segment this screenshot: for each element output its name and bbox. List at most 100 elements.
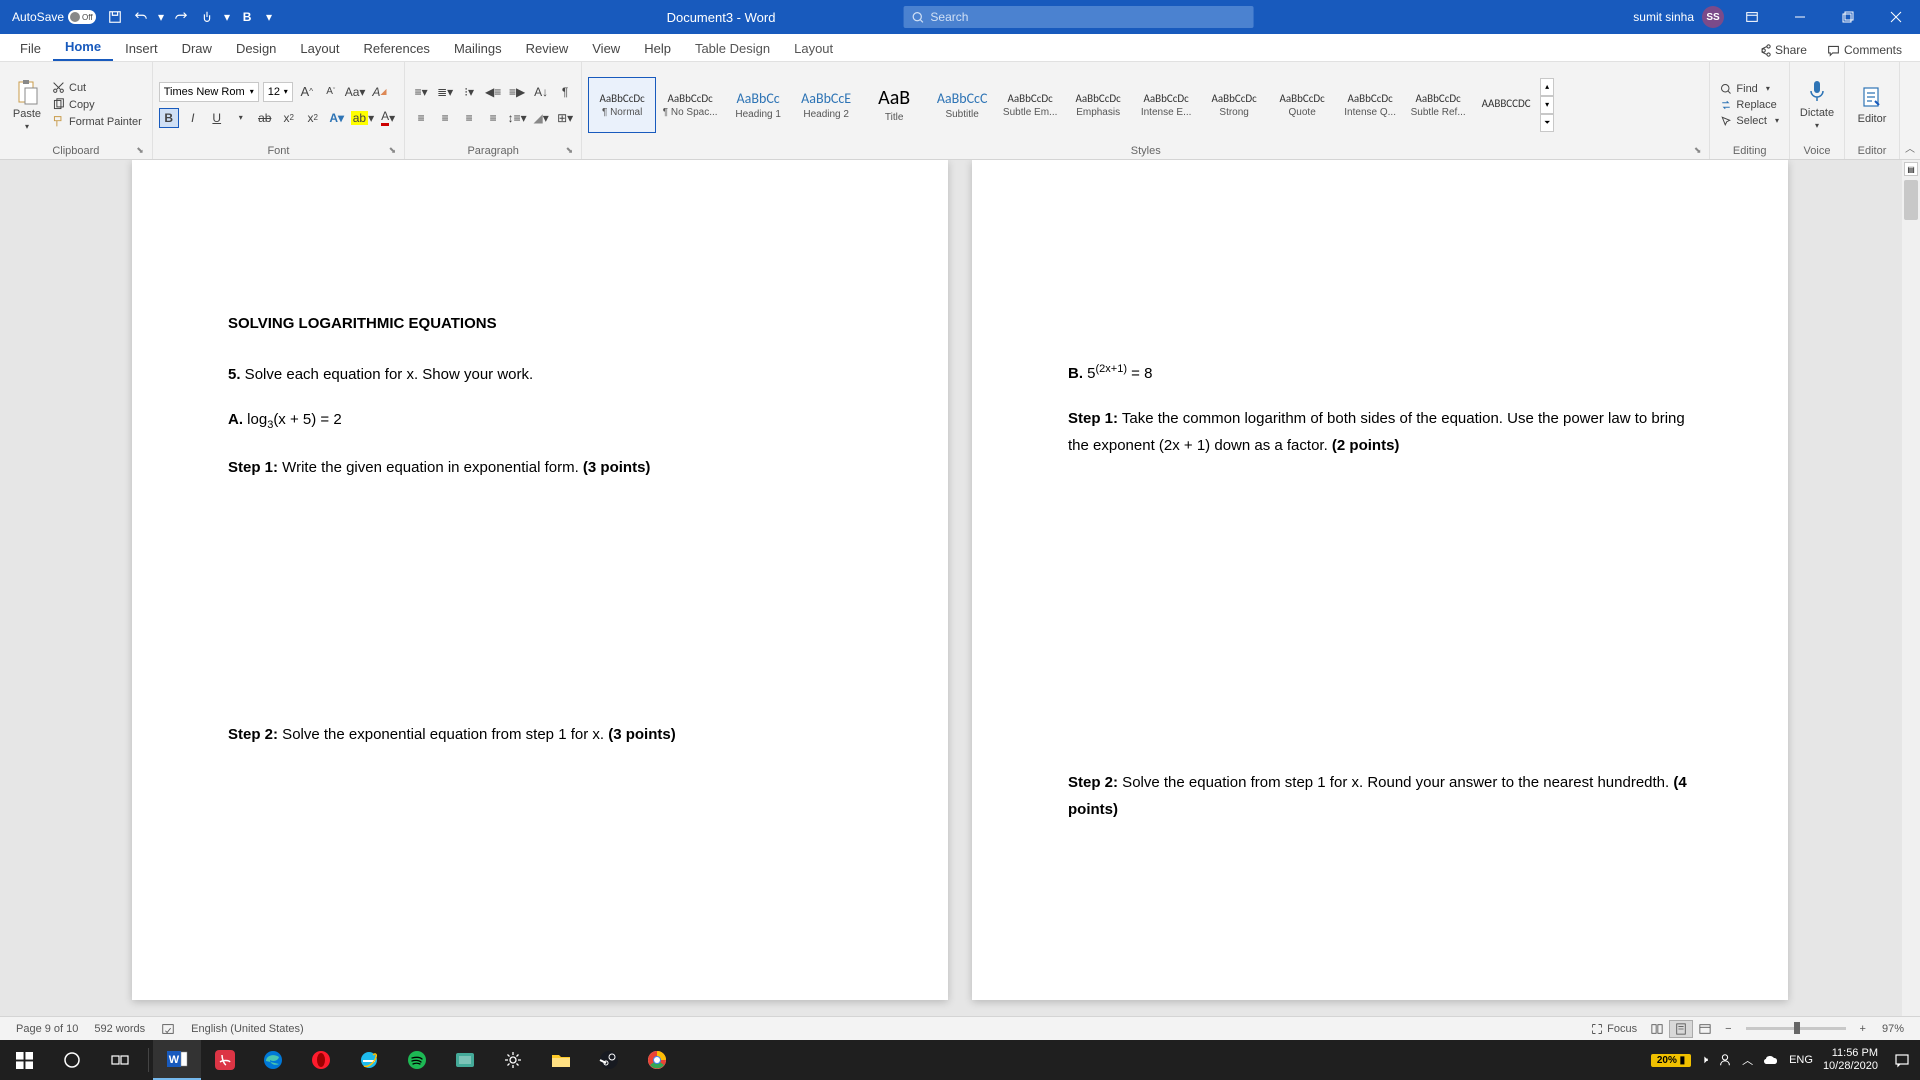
redo-icon[interactable] xyxy=(170,6,192,28)
clock[interactable]: 11:56 PM 10/28/2020 xyxy=(1823,1047,1878,1073)
gallery-more-icon[interactable]: ⏷ xyxy=(1540,114,1554,132)
style-item-5[interactable]: AaBbCcCSubtitle xyxy=(928,77,996,133)
settings-icon[interactable] xyxy=(489,1040,537,1080)
align-center-icon[interactable]: ≡ xyxy=(435,108,455,128)
tab-layout[interactable]: Layout xyxy=(288,36,351,61)
clipboard-launcher-icon[interactable]: ⬊ xyxy=(136,145,144,156)
editor-button[interactable]: Editor xyxy=(1851,85,1893,125)
minimize-icon[interactable] xyxy=(1780,0,1820,34)
focus-button[interactable]: Focus xyxy=(1583,1023,1645,1035)
style-item-4[interactable]: AaBTitle xyxy=(860,77,928,133)
undo-dropdown-icon[interactable]: ▾ xyxy=(156,6,166,28)
read-mode-icon[interactable] xyxy=(1645,1020,1669,1038)
highlight-icon[interactable]: ab▾ xyxy=(351,108,374,128)
superscript-button[interactable]: x2 xyxy=(303,108,323,128)
strikethrough-button[interactable]: ab xyxy=(255,108,275,128)
style-item-11[interactable]: AaBbCcDcIntense Q... xyxy=(1336,77,1404,133)
change-case-icon[interactable]: Aa▾ xyxy=(345,82,366,102)
zoom-in-button[interactable]: + xyxy=(1852,1023,1874,1035)
replace-button[interactable]: Replace xyxy=(1716,98,1783,112)
touch-mode-icon[interactable] xyxy=(196,6,218,28)
borders-icon[interactable]: ⊞▾ xyxy=(555,108,575,128)
spotify-icon[interactable] xyxy=(393,1040,441,1080)
search-input[interactable]: Search xyxy=(903,6,1253,28)
vertical-scrollbar[interactable]: ▤ xyxy=(1902,160,1920,1016)
cortana-icon[interactable] xyxy=(48,1040,96,1080)
font-launcher-icon[interactable]: ⬊ xyxy=(389,145,397,156)
decrease-indent-icon[interactable]: ◀≡ xyxy=(483,82,503,102)
copy-button[interactable]: Copy xyxy=(48,97,146,112)
style-item-7[interactable]: AaBbCcDcEmphasis xyxy=(1064,77,1132,133)
close-icon[interactable] xyxy=(1876,0,1916,34)
clear-format-icon[interactable]: A◢ xyxy=(369,82,389,102)
tab-draw[interactable]: Draw xyxy=(170,36,224,61)
undo-icon[interactable] xyxy=(130,6,152,28)
styles-gallery[interactable]: AaBbCcDc¶ NormalAaBbCcDc¶ No Spac...AaBb… xyxy=(588,75,1540,135)
italic-button[interactable]: I xyxy=(183,108,203,128)
tab-review[interactable]: Review xyxy=(514,36,581,61)
tab-mailings[interactable]: Mailings xyxy=(442,36,514,61)
sort-icon[interactable]: A↓ xyxy=(531,82,551,102)
qat-customize-icon[interactable]: ▾ xyxy=(262,6,276,28)
underline-dropdown-icon[interactable]: ▾ xyxy=(231,108,251,128)
gallery-down-icon[interactable]: ▾ xyxy=(1540,96,1554,114)
style-item-0[interactable]: AaBbCcDc¶ Normal xyxy=(588,77,656,133)
justify-icon[interactable]: ≡ xyxy=(483,108,503,128)
zoom-level[interactable]: 97% xyxy=(1874,1023,1912,1035)
gallery-up-icon[interactable]: ▴ xyxy=(1540,78,1554,96)
style-item-2[interactable]: AaBbCcHeading 1 xyxy=(724,77,792,133)
font-size-combo[interactable]: 12▾ xyxy=(263,82,293,102)
bold-qat-icon[interactable]: B xyxy=(236,6,258,28)
word-count-status[interactable]: 592 words xyxy=(86,1023,153,1035)
tab-insert[interactable]: Insert xyxy=(113,36,170,61)
battery-status[interactable]: 20% ▮ xyxy=(1651,1054,1691,1067)
maximize-icon[interactable] xyxy=(1828,0,1868,34)
grow-font-icon[interactable]: A^ xyxy=(297,82,317,102)
zoom-thumb[interactable] xyxy=(1794,1022,1800,1034)
subscript-button[interactable]: x2 xyxy=(279,108,299,128)
acrobat-icon[interactable] xyxy=(201,1040,249,1080)
user-name[interactable]: sumit sinha xyxy=(1633,10,1694,24)
increase-indent-icon[interactable]: ≡▶ xyxy=(507,82,527,102)
bullets-icon[interactable]: ≡▾ xyxy=(411,82,431,102)
tab-table-design[interactable]: Table Design xyxy=(683,36,782,61)
bold-button[interactable]: B xyxy=(159,108,179,128)
format-painter-button[interactable]: Format Painter xyxy=(48,114,146,129)
style-item-10[interactable]: AaBbCcDcQuote xyxy=(1268,77,1336,133)
tab-table-layout[interactable]: Layout xyxy=(782,36,845,61)
align-left-icon[interactable]: ≡ xyxy=(411,108,431,128)
ruler-toggle-icon[interactable]: ▤ xyxy=(1904,162,1918,176)
page-right[interactable]: B. 5(2x+1) = 8 Step 1: Take the common l… xyxy=(972,160,1788,1000)
steam-icon[interactable] xyxy=(585,1040,633,1080)
numbering-icon[interactable]: ≣▾ xyxy=(435,82,455,102)
tab-help[interactable]: Help xyxy=(632,36,683,61)
save-icon[interactable] xyxy=(104,6,126,28)
align-right-icon[interactable]: ≡ xyxy=(459,108,479,128)
scroll-thumb[interactable] xyxy=(1904,180,1918,220)
page-left[interactable]: SOLVING LOGARITHMIC EQUATIONS 5. Solve e… xyxy=(132,160,948,1000)
shading-icon[interactable]: ◢▾ xyxy=(531,108,551,128)
multilevel-icon[interactable]: ⁝▾ xyxy=(459,82,479,102)
comments-button[interactable]: Comments xyxy=(1817,39,1912,61)
word-app-icon[interactable]: W xyxy=(153,1040,201,1080)
spell-check-icon[interactable] xyxy=(153,1022,183,1036)
tray-bluetooth-icon[interactable]: 🕨 xyxy=(1701,1054,1708,1067)
underline-button[interactable]: U xyxy=(207,108,227,128)
select-button[interactable]: Select▾ xyxy=(1716,114,1783,128)
cut-button[interactable]: Cut xyxy=(48,80,146,95)
tab-references[interactable]: References xyxy=(351,36,441,61)
style-item-9[interactable]: AaBbCcDcStrong xyxy=(1200,77,1268,133)
font-name-combo[interactable]: Times New Rom▾ xyxy=(159,82,259,102)
line-spacing-icon[interactable]: ↕≡▾ xyxy=(507,108,527,128)
find-button[interactable]: Find▾ xyxy=(1716,82,1783,96)
shrink-font-icon[interactable]: Aˇ xyxy=(321,82,341,102)
style-item-6[interactable]: AaBbCcDcSubtle Em... xyxy=(996,77,1064,133)
app-icon-1[interactable] xyxy=(441,1040,489,1080)
edge-icon[interactable] xyxy=(249,1040,297,1080)
start-button[interactable] xyxy=(0,1040,48,1080)
tray-up-icon[interactable]: ︿ xyxy=(1742,1052,1753,1068)
tray-people-icon[interactable] xyxy=(1718,1053,1732,1067)
style-item-3[interactable]: AaBbCcEHeading 2 xyxy=(792,77,860,133)
paragraph-launcher-icon[interactable]: ⬊ xyxy=(566,145,574,156)
avatar[interactable]: SS xyxy=(1702,6,1724,28)
